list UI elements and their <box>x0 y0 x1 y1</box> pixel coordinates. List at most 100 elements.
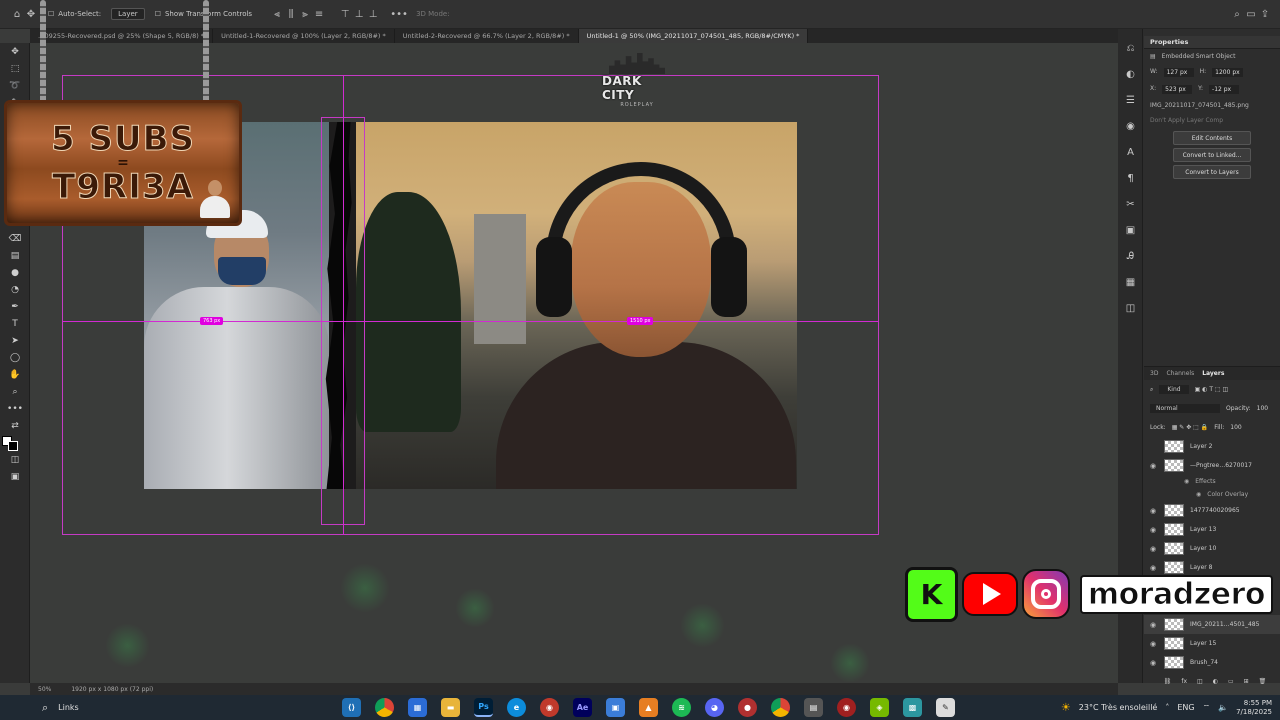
visibility-eye-icon[interactable]: ◉ <box>1150 640 1158 648</box>
layer-row[interactable]: ◉ Layer 10 <box>1144 539 1280 558</box>
opacity-field[interactable]: 100 <box>1257 405 1268 412</box>
swatches-icon[interactable]: ▦ <box>1118 269 1143 295</box>
align-right-icon[interactable]: ⫸ <box>298 7 312 21</box>
gradient-icon[interactable]: ▤ <box>0 247 30 264</box>
width-field[interactable]: 127 px <box>1163 68 1194 77</box>
quick-mask-icon[interactable]: ◫ <box>0 451 30 468</box>
fx-icon[interactable]: fx <box>1181 678 1187 685</box>
character-icon[interactable]: A <box>1118 139 1143 165</box>
volume-icon[interactable]: 🔈 <box>1218 703 1228 712</box>
chrome-icon[interactable] <box>375 698 394 717</box>
visibility-eye-icon[interactable]: ◉ <box>1196 491 1201 498</box>
dodge-icon[interactable]: ◔ <box>0 281 30 298</box>
tab-doc-4[interactable]: Untitled-1 @ 50% (IMG_20211017_074501_48… <box>578 29 809 43</box>
photoshop-icon[interactable]: Ps <box>474 698 493 717</box>
visibility-eye-icon[interactable]: ◉ <box>1184 478 1189 485</box>
layer-effect-item[interactable]: ◉ Color Overlay <box>1144 488 1280 501</box>
visibility-eye-icon[interactable]: ◉ <box>1150 659 1158 667</box>
after-effects-icon[interactable]: Ae <box>573 698 592 717</box>
home-icon[interactable]: ⌂ <box>10 7 24 21</box>
app-red-2-icon[interactable]: ● <box>738 698 757 717</box>
layer-effects-row[interactable]: ◉ Effects <box>1144 475 1280 488</box>
tab-layers[interactable]: Layers <box>1202 370 1224 377</box>
share-icon[interactable]: ⇪ <box>1258 7 1272 21</box>
layer-row[interactable]: ◉ Layer 13 <box>1144 520 1280 539</box>
lasso-tool-icon[interactable]: ➰ <box>0 77 30 94</box>
lock-icons[interactable]: ▦ ✎ ✥ ⬚ 🔒 <box>1172 424 1209 431</box>
app-gray-icon[interactable]: ▤ <box>804 698 823 717</box>
visibility-eye-icon[interactable]: ◉ <box>1150 545 1158 553</box>
language-indicator[interactable]: ENG <box>1177 703 1194 712</box>
store-icon[interactable]: ▦ <box>408 698 427 717</box>
app-red-3-icon[interactable]: ◉ <box>837 698 856 717</box>
history-icon[interactable]: ⎌ <box>1118 35 1143 61</box>
edit-contents-button[interactable]: Edit Contents <box>1173 131 1251 145</box>
app-orange-icon[interactable]: ▲ <box>639 698 658 717</box>
move-tool-icon[interactable]: ✥ <box>0 43 30 60</box>
patterns-icon[interactable]: ◫ <box>1118 295 1143 321</box>
auto-select-dropdown[interactable]: Layer <box>111 8 145 20</box>
zoom-tool-icon[interactable]: ⌕ <box>0 383 30 400</box>
tab-doc-2[interactable]: Untitled-1-Recovered @ 100% (Layer 2, RG… <box>213 29 395 43</box>
eraser-icon[interactable]: ⌫ <box>0 230 30 247</box>
app-cyan-icon[interactable]: ▩ <box>903 698 922 717</box>
kind-filter-dropdown[interactable]: Kind <box>1159 385 1189 394</box>
tray-arrow-icon[interactable]: ˄ <box>1165 703 1169 712</box>
more-options-icon[interactable]: ••• <box>390 7 408 21</box>
mask-icon[interactable]: ◫ <box>1197 678 1203 685</box>
visibility-eye-icon[interactable]: ◉ <box>1150 526 1158 534</box>
layer-row[interactable]: ◉ Layer 15 <box>1144 634 1280 653</box>
workspace-icon[interactable]: ▭ <box>1244 7 1258 21</box>
y-field[interactable]: -12 px <box>1209 85 1240 94</box>
blur-icon[interactable]: ● <box>0 264 30 281</box>
link-layers-icon[interactable]: ⛓ <box>1164 678 1172 685</box>
wifi-icon[interactable]: ⌔ <box>1203 703 1211 713</box>
properties-icon[interactable]: ☰ <box>1118 87 1143 113</box>
layer-row[interactable]: ◉ 1477740020965 <box>1144 501 1280 520</box>
tab-doc-1[interactable]: …09255-Recovered.psd @ 25% (Shape 5, RGB… <box>30 29 214 43</box>
tab-3d[interactable]: 3D <box>1150 370 1158 377</box>
app-blue-icon[interactable]: ▣ <box>606 698 625 717</box>
height-field[interactable]: 1200 px <box>1212 68 1243 77</box>
spotify-icon[interactable]: ≋ <box>672 698 691 717</box>
group-icon[interactable]: ▭ <box>1228 678 1234 685</box>
align-bottom-icon[interactable]: ⊥ <box>366 7 380 21</box>
new-layer-icon[interactable]: ⊞ <box>1244 678 1249 685</box>
taskbar-clock[interactable]: 8:55 PM 7/18/2025 <box>1236 699 1272 717</box>
align-middle-icon[interactable]: ⊥ <box>352 7 366 21</box>
path-select-icon[interactable]: ➤ <box>0 332 30 349</box>
edge-icon[interactable]: e <box>507 698 526 717</box>
fill-field[interactable]: 100 <box>1230 424 1241 431</box>
weather-text[interactable]: 23°C Très ensoleillé <box>1079 703 1158 712</box>
filter-icons[interactable]: ▣ ◐ T ⬚ ◫ <box>1195 386 1229 393</box>
search-icon[interactable]: ⌕ <box>1230 7 1244 21</box>
discord-icon[interactable]: ◕ <box>705 698 724 717</box>
align-top-icon[interactable]: ⊤ <box>338 7 352 21</box>
tools-preset-icon[interactable]: ✂ <box>1118 191 1143 217</box>
layer-row[interactable]: Layer 2 <box>1144 437 1280 456</box>
visibility-eye-icon[interactable]: ◉ <box>1150 462 1158 470</box>
layer-row[interactable]: ◉ —Pngtree…6270017 <box>1144 456 1280 475</box>
visibility-eye-icon[interactable]: ◉ <box>1150 507 1158 515</box>
zoom-level[interactable]: 50% <box>38 686 51 693</box>
file-explorer-icon[interactable]: ▬ <box>441 698 460 717</box>
glyphs-icon[interactable]: Ꭿ <box>1118 243 1143 269</box>
adjustment-layer-icon[interactable]: ◐ <box>1213 678 1218 685</box>
auto-select-checkbox[interactable]: ☐ Auto-Select: <box>48 10 101 18</box>
pen-tool-icon[interactable]: ✒ <box>0 298 30 315</box>
convert-to-layers-button[interactable]: Convert to Layers <box>1173 165 1251 179</box>
convert-to-linked-button[interactable]: Convert to Linked... <box>1173 148 1251 162</box>
layer-comp-dropdown[interactable]: Don't Apply Layer Comp <box>1144 113 1280 128</box>
paragraph-icon[interactable]: ¶ <box>1118 165 1143 191</box>
screen-mode-icon[interactable]: ▣ <box>0 468 30 485</box>
align-left-icon[interactable]: ⫷ <box>270 7 284 21</box>
color-swatch-icon[interactable] <box>0 434 30 451</box>
distribute-icon[interactable]: ≡ <box>312 7 326 21</box>
layer-row[interactable]: ◉ Brush_74 <box>1144 653 1280 672</box>
libraries-icon[interactable]: ▣ <box>1118 217 1143 243</box>
adjustments-icon[interactable]: ◐ <box>1118 61 1143 87</box>
marquee-tool-icon[interactable]: ⬚ <box>0 60 30 77</box>
chrome-2-icon[interactable] <box>771 698 790 717</box>
edit-toolbar-icon[interactable]: ••• <box>0 400 30 417</box>
type-tool-icon[interactable]: T <box>0 315 30 332</box>
